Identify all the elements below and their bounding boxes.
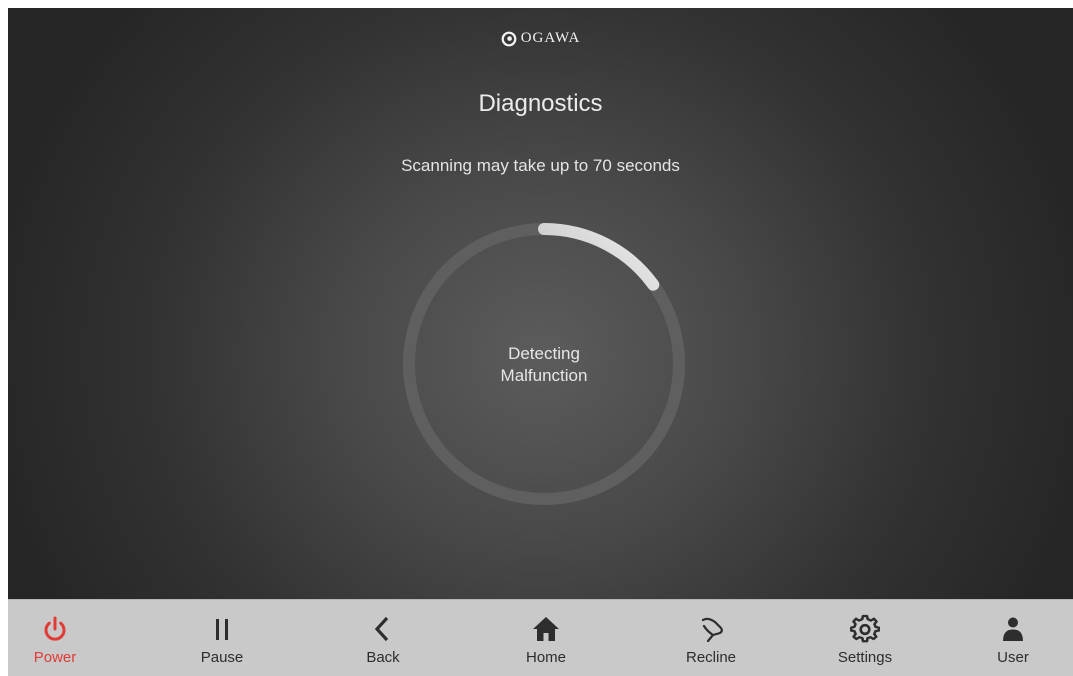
bottom-navbar: Power Pause Back Home Recline Settings U… (8, 599, 1073, 676)
status-line-2: Malfunction (500, 366, 588, 385)
brand-logo: OGAWA (8, 30, 1073, 52)
page-title: Diagnostics (478, 90, 603, 117)
nav-power-button[interactable]: Power (8, 600, 115, 676)
recline-icon (696, 614, 726, 644)
nav-back-button[interactable]: Back (323, 600, 443, 676)
logo-text: OGAWA (520, 30, 581, 46)
nav-back-label: Back (366, 649, 400, 666)
chevron-left-icon (368, 614, 398, 644)
nav-user-button[interactable]: User (953, 600, 1073, 676)
nav-user-label: User (997, 649, 1029, 666)
nav-recline-label: Recline (685, 649, 737, 666)
nav-power-label: Power (33, 649, 77, 666)
pause-icon (207, 614, 237, 644)
nav-home-button[interactable]: Home (486, 600, 606, 676)
gear-icon (850, 614, 880, 644)
nav-settings-button[interactable]: Settings (805, 600, 925, 676)
nav-pause-label: Pause (200, 649, 244, 666)
nav-home-label: Home (525, 649, 566, 666)
status-line-1: Detecting (508, 344, 580, 363)
scan-status: Detecting Malfunction (399, 343, 689, 387)
page-subtitle: Scanning may take up to 70 seconds (401, 156, 680, 175)
diagnostics-screen: OGAWA Diagnostics Scanning may take up t… (8, 8, 1073, 676)
power-icon (40, 614, 70, 644)
ogawa-logo-icon (501, 31, 517, 47)
user-icon (998, 614, 1028, 644)
nav-pause-button[interactable]: Pause (162, 600, 282, 676)
home-icon (531, 614, 561, 644)
nav-recline-button[interactable]: Recline (651, 600, 771, 676)
nav-settings-label: Settings (837, 649, 893, 666)
